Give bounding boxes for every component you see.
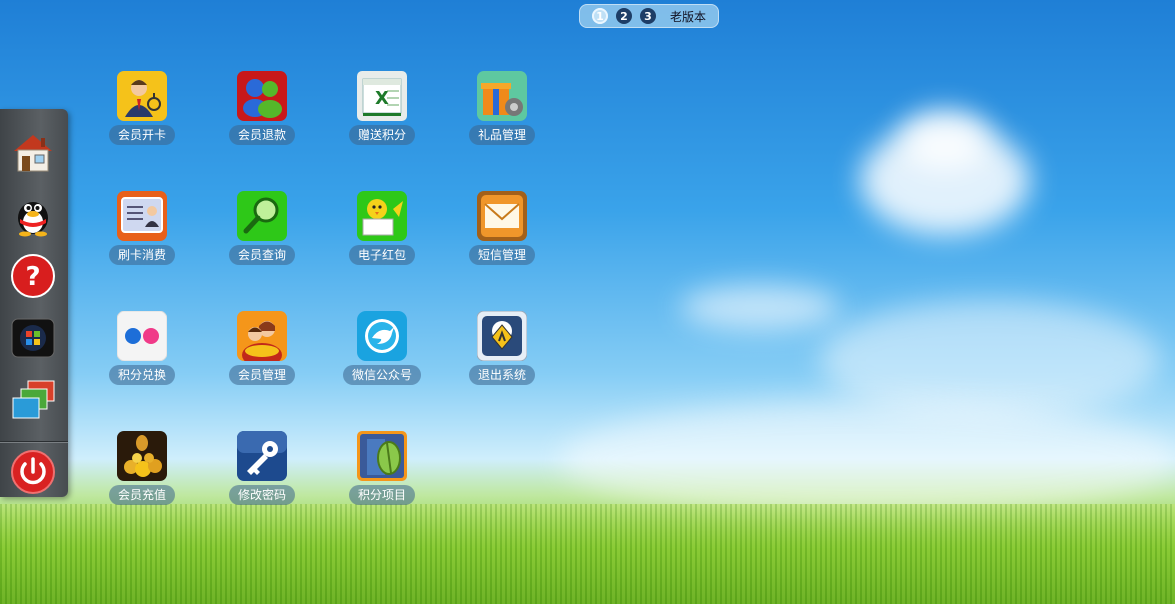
app-member-refund[interactable]: 会员退款 — [207, 71, 317, 145]
app-member-open-card[interactable]: 会员开卡 — [87, 71, 197, 145]
power-icon — [11, 450, 55, 494]
page-switcher: 1 2 3 老版本 — [579, 4, 719, 28]
cloud — [900, 110, 990, 170]
app-label: 积分项目 — [348, 485, 415, 505]
app-points-project[interactable]: 积分项目 — [327, 431, 437, 505]
cloud — [680, 285, 840, 330]
dock-help-button[interactable]: ? — [8, 251, 58, 301]
app-member-recharge[interactable]: 会员充值 — [87, 431, 197, 505]
svg-text:?: ? — [25, 262, 40, 292]
key-icon — [237, 431, 287, 481]
app-label: 积分兑换 — [108, 365, 175, 385]
app-sms-management[interactable]: 短信管理 — [447, 191, 557, 265]
member-management-icon — [237, 311, 287, 361]
dock-windows-button[interactable] — [8, 313, 58, 363]
windows-icon — [11, 318, 55, 358]
windows-stack-icon — [12, 380, 55, 419]
app-gift-points[interactable]: X 赠送积分 — [327, 71, 437, 145]
points-project-icon — [357, 431, 407, 481]
page-1-button[interactable]: 1 — [592, 8, 608, 24]
page-2-button[interactable]: 2 — [616, 8, 632, 24]
page-3-button[interactable]: 3 — [640, 8, 656, 24]
exit-system-icon — [477, 311, 527, 361]
dock-windows-stack-button[interactable] — [8, 375, 58, 425]
grass-background — [0, 504, 1175, 604]
svg-text:X: X — [375, 88, 389, 109]
swipe-card-icon — [117, 191, 167, 241]
flickr-dots-icon — [117, 311, 167, 361]
app-label: 会员充值 — [108, 485, 175, 505]
app-label: 退出系统 — [468, 365, 535, 385]
app-red-envelope[interactable]: 电子红包 — [327, 191, 437, 265]
help-icon: ? — [11, 254, 55, 298]
app-label: 微信公众号 — [342, 365, 421, 385]
cloud — [560, 400, 1175, 520]
search-icon — [237, 191, 287, 241]
app-wechat-official[interactable]: 微信公众号 — [327, 311, 437, 385]
app-label: 电子红包 — [348, 245, 415, 265]
left-dock: ? — [0, 109, 68, 497]
dock-divider — [0, 441, 68, 443]
red-envelope-icon — [357, 191, 407, 241]
excel-points-icon: X — [357, 71, 407, 121]
app-label: 刷卡消费 — [108, 245, 175, 265]
app-label: 会员管理 — [228, 365, 295, 385]
member-refund-icon — [237, 71, 287, 121]
app-label: 会员查询 — [228, 245, 295, 265]
app-label: 会员退款 — [228, 125, 295, 145]
old-version-link[interactable]: 老版本 — [670, 8, 706, 25]
dock-qq-button[interactable] — [8, 189, 58, 239]
dock-power-button[interactable] — [8, 447, 58, 497]
app-gift-management[interactable]: 礼品管理 — [447, 71, 557, 145]
app-points-exchange[interactable]: 积分兑换 — [87, 311, 197, 385]
gift-management-icon — [477, 71, 527, 121]
app-swipe-card[interactable]: 刷卡消费 — [87, 191, 197, 265]
app-label: 赠送积分 — [348, 125, 415, 145]
coins-icon — [117, 431, 167, 481]
dock-home-button[interactable] — [8, 127, 58, 177]
qq-penguin-icon — [18, 202, 48, 237]
envelope-icon — [477, 191, 527, 241]
app-label: 会员开卡 — [108, 125, 175, 145]
app-label: 礼品管理 — [468, 125, 535, 145]
bird-icon — [357, 311, 407, 361]
app-label: 修改密码 — [228, 485, 295, 505]
app-change-password[interactable]: 修改密码 — [207, 431, 317, 505]
app-exit-system[interactable]: 退出系统 — [447, 311, 557, 385]
home-icon — [14, 135, 52, 172]
app-member-management[interactable]: 会员管理 — [207, 311, 317, 385]
app-member-query[interactable]: 会员查询 — [207, 191, 317, 265]
app-label: 短信管理 — [468, 245, 535, 265]
member-card-icon — [117, 71, 167, 121]
